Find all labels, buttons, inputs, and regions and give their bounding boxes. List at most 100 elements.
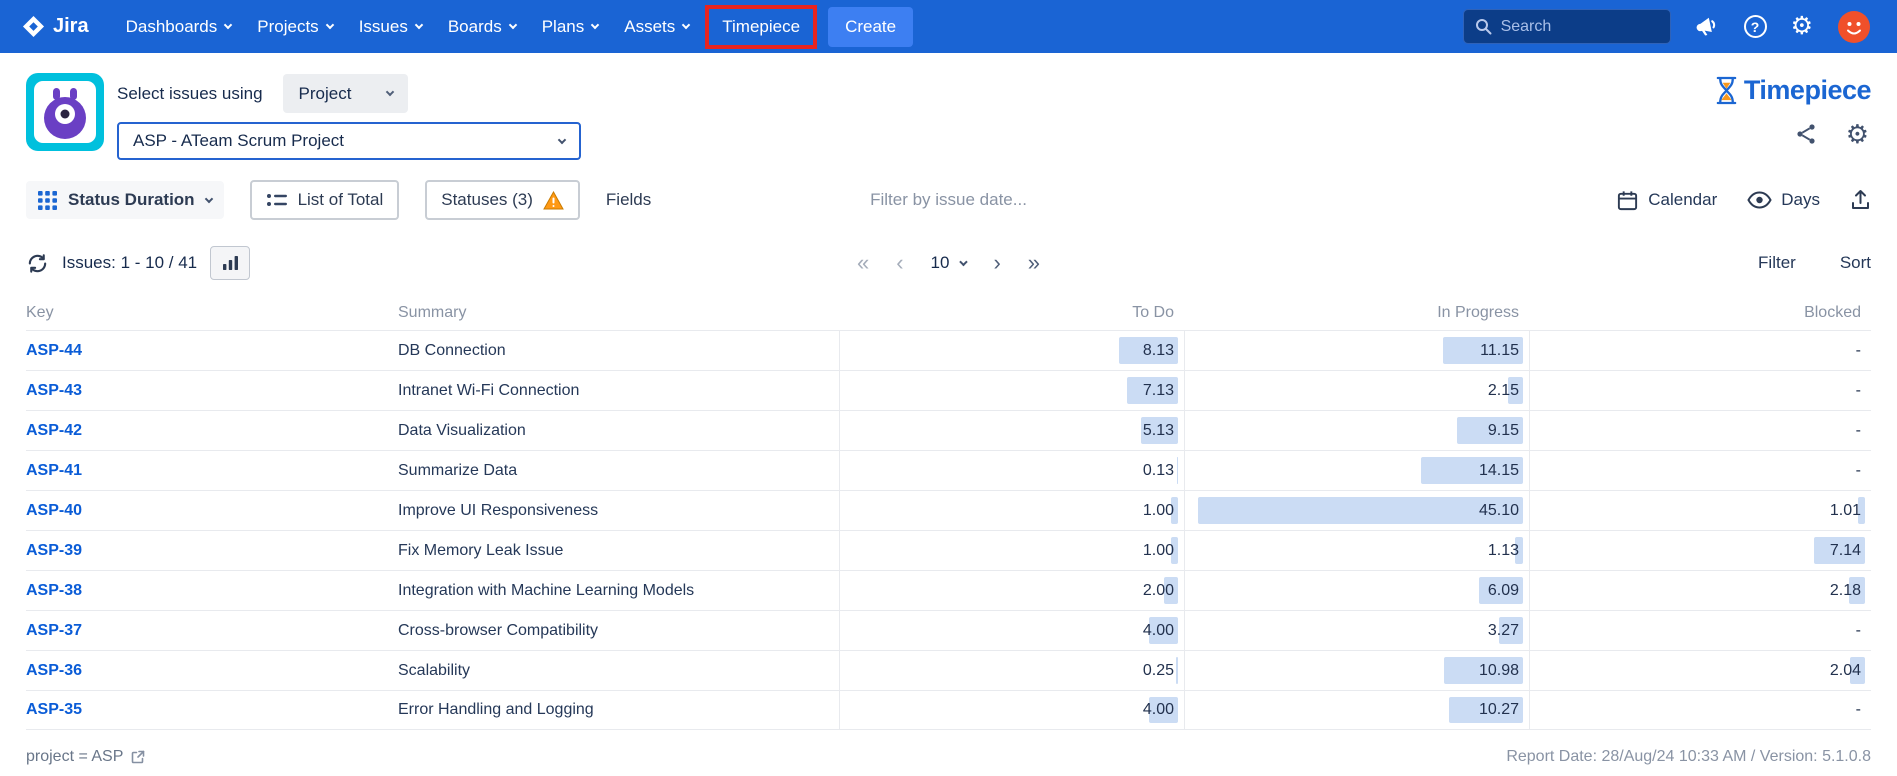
issue-key-link[interactable]: ASP-39	[26, 531, 398, 570]
nav-item-timepiece[interactable]: Timepiece	[705, 5, 817, 49]
search-icon	[1475, 18, 1492, 35]
issue-key-link[interactable]: ASP-42	[26, 411, 398, 450]
page-size-select[interactable]: 10	[931, 253, 967, 273]
duration-value: -	[1856, 382, 1861, 400]
nav-item-dashboards[interactable]: Dashboards	[113, 8, 245, 46]
list-of-total-label: List of Total	[298, 190, 384, 210]
report-settings-gear-icon[interactable]: ⚙	[1846, 121, 1869, 147]
todo-cell: 4.00	[839, 611, 1184, 650]
search-input[interactable]	[1501, 18, 1659, 36]
report-toolbar: Status Duration List of Total Statuses (…	[26, 180, 1871, 220]
eye-icon	[1747, 191, 1772, 209]
issue-key-link[interactable]: ASP-36	[26, 651, 398, 690]
selector-column: Select issues using Project ASP - ATeam …	[117, 73, 581, 160]
issue-summary: Cross-browser Compatibility	[398, 611, 839, 650]
top-navbar: Jira DashboardsProjects Issues Boards Plans…	[0, 0, 1897, 53]
blocked-cell: 7.14	[1529, 531, 1871, 570]
days-unit-button[interactable]: Days	[1747, 190, 1820, 210]
table-row: ASP-44DB Connection 8.13 11.15 -	[26, 330, 1871, 370]
duration-value: 4.00	[1143, 622, 1174, 640]
list-of-total-button[interactable]: List of Total	[250, 180, 400, 220]
column-header-to-do: To Do	[839, 304, 1184, 322]
duration-value: 10.27	[1479, 701, 1519, 719]
duration-value: 1.00	[1143, 542, 1174, 560]
chevron-down-icon	[682, 21, 690, 29]
refresh-icon[interactable]	[26, 252, 49, 275]
filter-button[interactable]: Filter	[1758, 253, 1796, 273]
in-progress-cell: 11.15	[1184, 331, 1529, 370]
chart-view-button[interactable]	[210, 246, 250, 280]
duration-value: 14.15	[1479, 462, 1519, 480]
create-button[interactable]: Create	[828, 7, 913, 47]
chevron-down-icon	[325, 21, 333, 29]
nav-item-boards[interactable]: Boards	[435, 8, 529, 46]
brand-text: Jira	[53, 15, 89, 38]
todo-cell: 8.13	[839, 331, 1184, 370]
nav-item-label: Boards	[448, 17, 502, 37]
project-select[interactable]: ASP - ATeam Scrum Project	[117, 122, 581, 160]
blocked-cell: 2.04	[1529, 651, 1871, 690]
export-icon[interactable]	[1850, 189, 1871, 211]
nav-item-label: Issues	[359, 17, 408, 37]
help-icon[interactable]: ?	[1744, 15, 1767, 38]
statuses-button[interactable]: Statuses (3)	[425, 180, 580, 220]
table-header-row: KeySummaryTo DoIn ProgressBlocked	[26, 296, 1871, 330]
todo-cell: 2.00	[839, 571, 1184, 610]
issue-summary: Improve UI Responsiveness	[398, 491, 839, 530]
issue-key-link[interactable]: ASP-37	[26, 611, 398, 650]
issue-source-select[interactable]: Project	[283, 74, 409, 113]
duration-value: -	[1856, 342, 1861, 360]
next-page-button[interactable]: ›	[993, 252, 1000, 274]
nav-item-projects[interactable]: Projects	[244, 8, 345, 46]
duration-value: 8.13	[1143, 342, 1174, 360]
chevron-down-icon	[415, 21, 423, 29]
calendar-button[interactable]: Calendar	[1616, 189, 1717, 212]
announcement-icon[interactable]	[1692, 12, 1722, 42]
sort-button[interactable]: Sort	[1840, 253, 1871, 273]
issue-summary: Summarize Data	[398, 451, 839, 490]
duration-value: 3.27	[1488, 622, 1519, 640]
jira-logo[interactable]: Jira	[22, 15, 89, 38]
app-header-right: Timepiece ⚙	[1714, 73, 1871, 160]
todo-cell: 5.13	[839, 411, 1184, 450]
table-row: ASP-39Fix Memory Leak Issue1.001.137.14	[26, 530, 1871, 570]
fields-button[interactable]: Fields	[606, 190, 651, 210]
issue-summary: DB Connection	[398, 331, 839, 370]
issue-key-link[interactable]: ASP-41	[26, 451, 398, 490]
chevron-down-icon	[959, 257, 967, 265]
project-select-value: ASP - ATeam Scrum Project	[133, 131, 344, 151]
issue-selector-area: Select issues using Project ASP - ATeam …	[26, 73, 581, 160]
duration-value: 1.13	[1488, 542, 1519, 560]
settings-gear-icon[interactable]: ⚙	[1791, 14, 1813, 39]
first-page-button[interactable]: «	[857, 252, 869, 274]
last-page-button[interactable]: »	[1028, 252, 1040, 274]
todo-cell: 7.13	[839, 371, 1184, 410]
issue-key-link[interactable]: ASP-43	[26, 371, 398, 410]
report-type-select[interactable]: Status Duration	[26, 181, 224, 219]
share-icon[interactable]	[1794, 122, 1818, 146]
issue-date-filter[interactable]: Filter by issue date...	[870, 190, 1027, 210]
blocked-cell: -	[1529, 611, 1871, 650]
timepiece-logo: Timepiece	[1714, 75, 1871, 106]
issue-key-link[interactable]: ASP-40	[26, 491, 398, 530]
duration-value: 5.13	[1143, 422, 1174, 440]
issue-key-link[interactable]: ASP-44	[26, 331, 398, 370]
jql-filter-link[interactable]: project = ASP	[26, 748, 146, 766]
avatar[interactable]	[1837, 10, 1871, 44]
issue-key-link[interactable]: ASP-35	[26, 691, 398, 729]
in-progress-cell: 2.15	[1184, 371, 1529, 410]
previous-page-button[interactable]: ‹	[896, 252, 903, 274]
blocked-cell: -	[1529, 411, 1871, 450]
search-box[interactable]	[1463, 9, 1671, 44]
nav-item-assets[interactable]: Assets	[611, 8, 702, 46]
issue-summary: Data Visualization	[398, 411, 839, 450]
grid-icon	[38, 191, 57, 210]
duration-bar	[1198, 497, 1523, 524]
nav-item-plans[interactable]: Plans	[529, 8, 612, 46]
issue-key-link[interactable]: ASP-38	[26, 571, 398, 610]
chevron-down-icon	[558, 135, 566, 143]
hourglass-icon	[1714, 76, 1739, 105]
todo-cell: 4.00	[839, 691, 1184, 729]
duration-value: 11.15	[1480, 342, 1519, 360]
nav-item-issues[interactable]: Issues	[346, 8, 435, 46]
